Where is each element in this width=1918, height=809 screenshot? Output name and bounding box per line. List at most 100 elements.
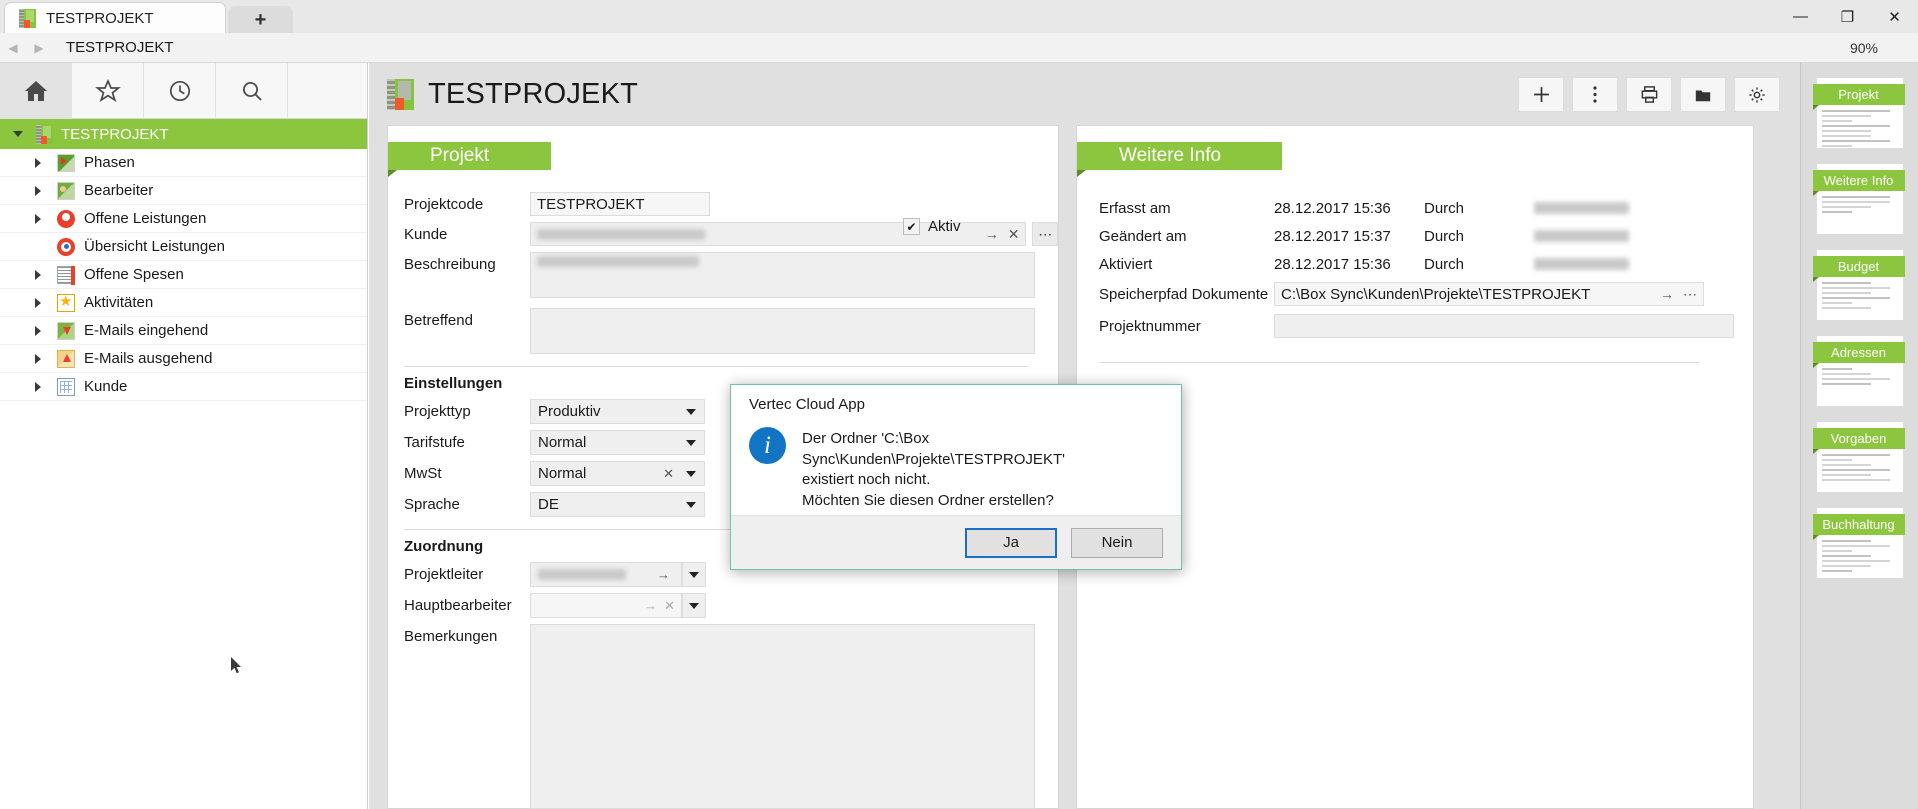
thumbnail-budget[interactable]: Budget <box>1816 249 1904 321</box>
hauptbearbeiter-label: Hauptbearbeiter <box>404 593 530 614</box>
sidebar-item-kunde[interactable]: Kunde <box>0 373 367 401</box>
projekttyp-value: Produktiv <box>538 403 681 420</box>
info-row-label: Geändert am <box>1099 228 1274 245</box>
goto-icon[interactable]: → <box>657 567 677 582</box>
projektleiter-dropdown-button[interactable] <box>682 562 706 587</box>
tree-expander[interactable] <box>28 158 48 168</box>
sidebar-item-bearbeiter[interactable]: Bearbeiter <box>0 177 367 205</box>
sidebar-item-bersicht-leistungen[interactable]: Übersicht Leistungen <box>0 233 367 261</box>
sidebar-favorites-tab[interactable] <box>72 63 144 119</box>
thumbnail-caption: Projekt <box>1813 84 1905 105</box>
clear-icon[interactable]: ✕ <box>663 466 681 482</box>
new-tab-button[interactable]: + <box>228 6 293 33</box>
thumbnail-buchhaltung[interactable]: Buchhaltung <box>1816 507 1904 579</box>
projektnummer-input[interactable] <box>1274 314 1734 338</box>
settings-button[interactable] <box>1734 77 1780 112</box>
speicherpfad-actions: → ⋯ <box>1660 286 1697 303</box>
sidebar-history-tab[interactable] <box>144 63 216 119</box>
mwst-select[interactable]: Normal✕ <box>530 461 705 486</box>
chevron-down-icon[interactable] <box>681 409 700 415</box>
sidebar-item-phasen[interactable]: Phasen <box>0 149 367 177</box>
divider-einstellungen <box>404 366 1029 367</box>
sidebar-item-offene-spesen[interactable]: Offene Spesen <box>0 261 367 289</box>
sprache-label: Sprache <box>404 492 530 513</box>
projektleiter-control[interactable]: → <box>530 562 706 587</box>
chevron-down-icon[interactable] <box>681 471 700 477</box>
add-button[interactable] <box>1518 77 1564 112</box>
sidebar-item-offene-leistungen[interactable]: Offene Leistungen <box>0 205 367 233</box>
open-services-icon <box>57 210 75 228</box>
dialog-no-button[interactable]: Nein <box>1071 528 1163 558</box>
tree-expander[interactable] <box>28 270 48 280</box>
projekttyp-select[interactable]: Produktiv <box>530 399 705 424</box>
hauptbearbeiter-control[interactable]: → ✕ <box>530 593 706 618</box>
root-expander[interactable] <box>8 131 28 137</box>
sidebar-item-e-mails-ausgehend[interactable]: E-Mails ausgehend <box>0 345 367 373</box>
tree-expander[interactable] <box>28 382 48 392</box>
info-row-value: 28.12.2017 15:37 <box>1274 228 1424 245</box>
browser-tab-testprojekt[interactable]: TESTPROJEKT <box>4 2 226 33</box>
dialog-message-line1: Der Ordner 'C:\Box Sync\Kunden\Projekte\… <box>802 429 1165 470</box>
more-menu-button[interactable] <box>1572 77 1618 112</box>
goto-icon[interactable]: → <box>1660 286 1674 302</box>
beschreibung-input[interactable] <box>530 252 1035 298</box>
aktiv-checkbox-row[interactable]: ✔ Aktiv <box>903 218 961 235</box>
close-button[interactable]: ✕ <box>1871 0 1918 33</box>
search-icon <box>239 79 265 103</box>
betreffend-input[interactable] <box>530 308 1035 354</box>
dialog-body: i Der Ordner 'C:\Box Sync\Kunden\Projekt… <box>731 413 1181 512</box>
tree-root-testprojekt[interactable]: TESTPROJEKT <box>0 119 367 149</box>
tarifstufe-select[interactable]: Normal <box>530 430 705 455</box>
tree-expander[interactable] <box>28 354 48 364</box>
projektcode-value: TESTPROJEKT <box>537 196 645 213</box>
activities-icon <box>57 294 75 312</box>
dialog-yes-button[interactable]: Ja <box>965 528 1057 558</box>
tree-expander[interactable] <box>28 326 48 336</box>
field-row-beschreibung: Beschreibung <box>404 252 1058 298</box>
speicherpfad-input[interactable]: C:\Box Sync\Kunden\Projekte\TESTPROJEKT … <box>1274 282 1704 306</box>
forward-button[interactable]: ▶ <box>26 33 52 63</box>
thumbnail-caption: Buchhaltung <box>1813 514 1905 535</box>
sidebar-search-tab[interactable] <box>216 63 288 119</box>
bemerkungen-textarea[interactable] <box>530 624 1035 809</box>
info-row-user-redacted <box>1534 202 1629 214</box>
goto-icon[interactable]: → <box>644 598 664 613</box>
aktiv-checkbox[interactable]: ✔ <box>903 218 920 235</box>
folder-button[interactable] <box>1680 77 1726 112</box>
tree-expander[interactable] <box>28 214 48 224</box>
thumbnail-weitere-info[interactable]: Weitere Info <box>1816 163 1904 235</box>
goto-icon[interactable]: → <box>985 226 999 242</box>
sidebar-item-e-mails-eingehend[interactable]: E-Mails eingehend <box>0 317 367 345</box>
print-button[interactable] <box>1626 77 1672 112</box>
projekttyp-label: Projekttyp <box>404 399 530 420</box>
clear-icon[interactable]: ✕ <box>664 598 677 614</box>
page-header: TESTPROJEKT <box>369 63 1800 125</box>
kunde-browse-button[interactable]: ⋯ <box>1032 222 1058 246</box>
sidebar-item-label: Bearbeiter <box>84 182 153 199</box>
browse-icon[interactable]: ⋯ <box>1683 286 1697 303</box>
field-row-betreffend: Betreffend <box>404 308 1058 354</box>
sprache-value: DE <box>538 496 681 513</box>
minimize-button[interactable]: — <box>1777 0 1824 33</box>
speicherpfad-value: C:\Box Sync\Kunden\Projekte\TESTPROJEKT <box>1281 286 1590 303</box>
no-label: Nein <box>1102 534 1133 551</box>
tree-expander[interactable] <box>28 186 48 196</box>
thumbnail-projekt[interactable]: Projekt <box>1816 77 1904 149</box>
chevron-down-icon[interactable] <box>681 502 700 508</box>
divider-info <box>1099 362 1699 363</box>
thumbnail-adressen[interactable]: Adressen <box>1816 335 1904 407</box>
thumbnail-vorgaben[interactable]: Vorgaben <box>1816 421 1904 493</box>
sidebar-item-aktivit-ten[interactable]: Aktivitäten <box>0 289 367 317</box>
sidebar-home-tab[interactable] <box>0 63 72 119</box>
chevron-down-icon[interactable] <box>681 440 700 446</box>
hauptbearbeiter-dropdown-button[interactable] <box>682 593 706 618</box>
back-button[interactable]: ◀ <box>0 33 26 63</box>
sprache-select[interactable]: DE <box>530 492 705 517</box>
hauptbearbeiter-input[interactable]: → ✕ <box>530 593 682 618</box>
projektleiter-input[interactable]: → <box>530 562 682 587</box>
projektcode-input[interactable]: TESTPROJEKT <box>530 192 710 216</box>
tree-expander[interactable] <box>28 298 48 308</box>
clear-icon[interactable]: ✕ <box>1008 226 1020 243</box>
info-icon: i <box>749 427 786 464</box>
maximize-button[interactable]: ❐ <box>1824 0 1871 33</box>
